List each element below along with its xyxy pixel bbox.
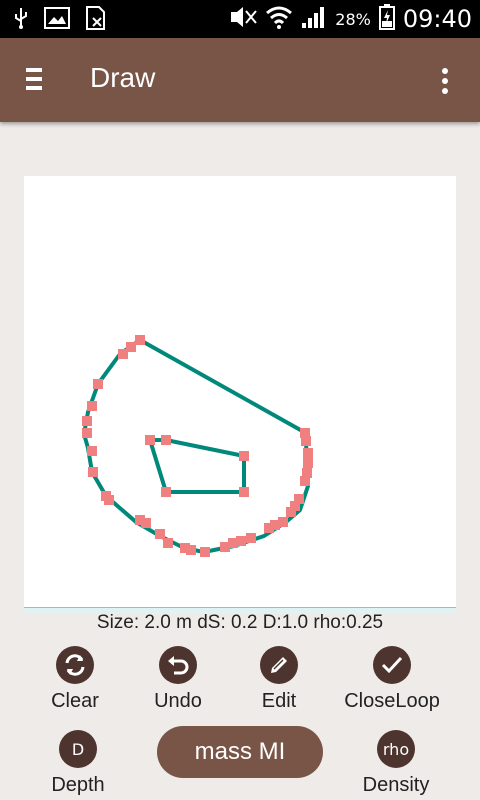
clear-button[interactable]: Clear — [20, 646, 130, 713]
closeloop-label: CloseLoop — [344, 690, 440, 712]
drawing-svg — [82, 335, 313, 557]
check-icon — [373, 646, 411, 684]
point — [303, 458, 313, 468]
image-icon — [44, 7, 70, 33]
battery-percent: 28% — [335, 9, 371, 29]
menu-icon[interactable] — [26, 68, 48, 94]
point — [87, 446, 97, 456]
status-bar: 28% 09:40 — [0, 0, 480, 38]
point — [303, 448, 313, 458]
point — [246, 533, 256, 543]
density-label: Density — [362, 774, 430, 796]
undo-icon — [159, 646, 197, 684]
edit-button[interactable]: Edit — [224, 646, 334, 713]
edit-label: Edit — [261, 690, 297, 712]
point — [82, 416, 92, 426]
point — [302, 468, 312, 478]
point — [236, 536, 246, 546]
sim-icon — [84, 6, 106, 34]
point — [278, 517, 288, 527]
battery-icon — [378, 4, 395, 34]
inner-points — [145, 435, 249, 497]
point — [141, 518, 151, 528]
point — [239, 451, 249, 461]
point — [93, 379, 103, 389]
clear-label: Clear — [51, 690, 99, 712]
usb-icon — [12, 6, 30, 34]
point — [294, 494, 304, 504]
overflow-menu-icon[interactable] — [442, 68, 450, 96]
depth-label: Depth — [51, 774, 105, 796]
point — [82, 428, 92, 438]
point — [135, 335, 145, 345]
inner-loop — [148, 438, 246, 494]
point — [87, 401, 97, 411]
parameters-readout: Size: 2.0 m dS: 0.2 D:1.0 rho:0.25 — [96, 612, 384, 633]
depth-button[interactable]: D Depth — [23, 730, 133, 797]
wifi-icon — [265, 5, 293, 33]
page-title: Draw — [90, 62, 156, 93]
point — [104, 495, 114, 505]
point — [118, 349, 128, 359]
density-glyph: rho — [377, 730, 415, 768]
point — [161, 435, 171, 445]
pencil-icon — [260, 646, 298, 684]
closeloop-button[interactable]: CloseLoop — [337, 646, 447, 713]
app-toolbar: Draw — [0, 38, 480, 122]
point — [163, 538, 173, 548]
refresh-icon — [56, 646, 94, 684]
clock: 09:40 — [402, 5, 472, 33]
point — [186, 545, 196, 555]
mass-mi-button[interactable]: mass MI — [157, 726, 323, 778]
point — [155, 529, 165, 539]
point — [88, 467, 98, 477]
undo-button[interactable]: Undo — [123, 646, 233, 713]
signal-icon — [301, 5, 327, 33]
drawing-canvas[interactable] — [24, 176, 456, 608]
density-button[interactable]: rho Density — [341, 730, 451, 797]
point — [161, 487, 171, 497]
point — [300, 428, 310, 438]
point — [239, 487, 249, 497]
point — [145, 435, 155, 445]
point — [200, 547, 210, 557]
depth-glyph: D — [59, 730, 97, 768]
undo-label: Undo — [154, 690, 202, 712]
mute-icon — [229, 6, 258, 32]
